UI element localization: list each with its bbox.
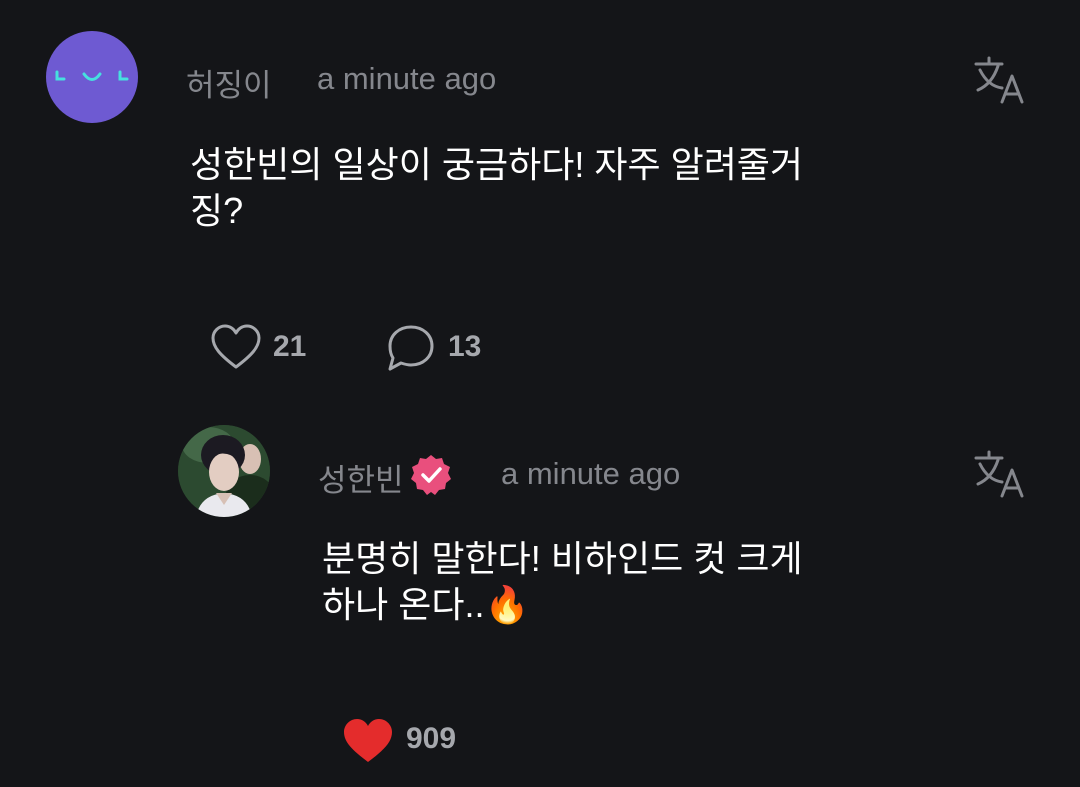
reply-count: 13 — [448, 330, 482, 363]
like-count: 909 — [406, 722, 457, 755]
heart-outline-icon — [211, 324, 261, 369]
reply-button[interactable] — [386, 324, 436, 377]
profile-photo — [178, 425, 270, 517]
reply-username[interactable]: 성한빈 — [318, 455, 404, 500]
reply-text: 분명히 말한다! 비하인드 컷 크게 하나 온다..🔥 — [322, 538, 803, 625]
translate-icon-glyph — [974, 450, 1024, 498]
comment-timestamp: a minute ago — [317, 61, 497, 96]
translate-icon[interactable] — [974, 56, 1028, 109]
heart-filled-icon — [344, 719, 392, 762]
verified-badge-glyph — [411, 455, 451, 495]
avatar[interactable] — [46, 31, 138, 123]
like-count: 21 — [273, 330, 307, 363]
smile-face-icon — [55, 70, 129, 81]
like-button[interactable] — [342, 718, 394, 769]
reply-timestamp: a minute ago — [501, 456, 681, 491]
translate-icon[interactable] — [974, 450, 1028, 503]
speech-bubble-icon — [388, 325, 434, 371]
avatar[interactable] — [178, 425, 270, 517]
like-button[interactable] — [210, 324, 262, 375]
comment-text: 성한빈의 일상이 궁금하다! 자주 알려줄거 징? — [190, 144, 804, 231]
comment-username[interactable]: 허징이 — [186, 60, 272, 105]
translate-icon-glyph — [974, 56, 1024, 104]
verified-badge-icon — [409, 453, 453, 502]
